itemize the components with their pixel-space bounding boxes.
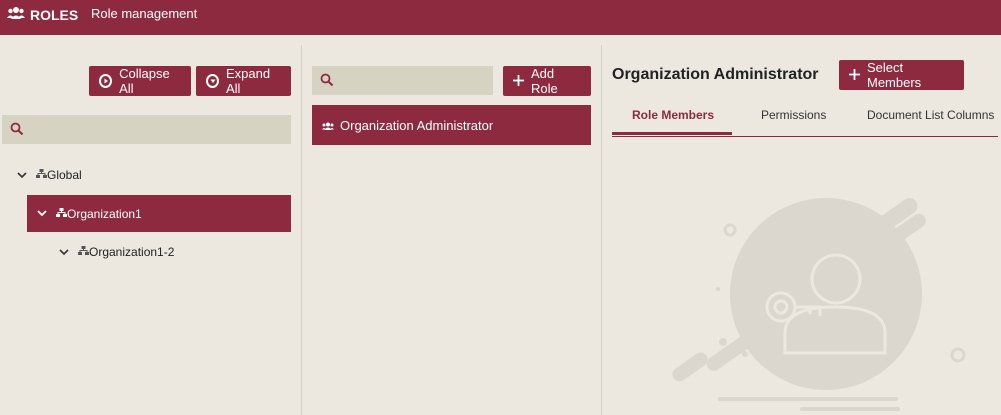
tree-node-label: Organization1 [67, 206, 142, 221]
tree-node-global[interactable]: Global [14, 165, 82, 185]
role-tabs: Role Members Permissions Document List C… [612, 100, 998, 137]
active-tab-indicator [612, 132, 732, 135]
org-tree-icon [36, 168, 47, 182]
top-bar: ROLES Role management [0, 0, 1001, 35]
select-members-label: Select Members [867, 60, 922, 90]
collapse-all-button[interactable]: Collapse All [89, 66, 191, 96]
tree-node-organization1[interactable]: Organization1 [27, 195, 291, 232]
expand-icon [206, 74, 219, 88]
add-role-label: Add Role [531, 66, 558, 96]
app-brand: ROLES [7, 6, 78, 23]
page-subtitle: Role management [91, 6, 198, 21]
plus-icon [849, 68, 860, 83]
role-search [312, 66, 493, 97]
users-icon [322, 118, 334, 133]
role-search-input[interactable] [340, 66, 491, 97]
panel-divider-right [601, 45, 602, 415]
tab-permissions[interactable]: Permissions [761, 108, 826, 122]
role-members-empty-illustration [672, 198, 966, 411]
plus-icon [513, 74, 524, 89]
users-icon [7, 6, 25, 23]
chevron-down-icon[interactable] [34, 206, 50, 222]
expand-all-label: Expand All [225, 66, 271, 96]
role-list-item[interactable]: Organization Administrator [312, 105, 591, 145]
chevron-down-icon[interactable] [56, 244, 72, 260]
add-role-button[interactable]: Add Role [503, 66, 591, 96]
tab-role-members[interactable]: Role Members [632, 108, 714, 122]
tree-node-label: Global [47, 168, 82, 182]
org-tree-icon [78, 245, 89, 259]
org-search [2, 115, 291, 146]
role-label: Organization Administrator [340, 117, 494, 133]
chevron-down-icon[interactable] [14, 167, 30, 183]
panel-divider-left [301, 45, 302, 415]
search-icon [10, 122, 24, 136]
role-detail-title: Organization Administrator [612, 66, 819, 83]
collapse-icon [99, 74, 113, 88]
tree-node-organization1-2[interactable]: Organization1-2 [56, 242, 174, 262]
search-icon [320, 73, 334, 87]
expand-all-button[interactable]: Expand All [196, 66, 291, 96]
tab-document-list-columns[interactable]: Document List Columns [867, 108, 994, 122]
select-members-button[interactable]: Select Members [839, 60, 964, 90]
org-tree-icon [56, 207, 67, 221]
app-title: ROLES [30, 6, 79, 23]
collapse-all-label: Collapse All [119, 66, 170, 96]
tree-node-label: Organization1-2 [89, 245, 175, 259]
org-search-input[interactable] [30, 115, 289, 146]
